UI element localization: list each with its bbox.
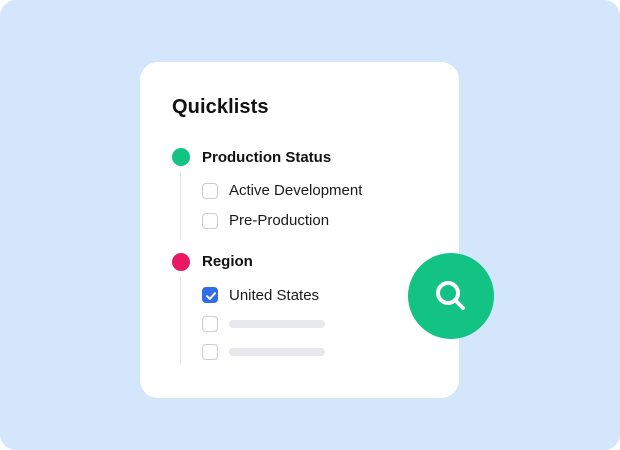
group-divider-line: [180, 277, 181, 365]
option-label-united-states[interactable]: United States: [229, 287, 319, 304]
search-button[interactable]: [408, 253, 494, 339]
option-label-active-development[interactable]: Active Development: [229, 182, 362, 199]
checkbox-placeholder[interactable]: [202, 344, 218, 360]
canvas-background: Quicklists Production Status Active Deve…: [0, 0, 620, 450]
group-label-region[interactable]: Region: [202, 253, 253, 270]
group-divider-line: [180, 172, 181, 240]
checkmark-icon: [206, 292, 216, 300]
quicklists-card: Quicklists Production Status Active Deve…: [140, 62, 459, 398]
skeleton-label: [229, 348, 325, 356]
checkbox-pre-production[interactable]: [202, 213, 218, 229]
option-label-pre-production[interactable]: Pre-Production: [229, 212, 329, 229]
status-dot-green: [172, 148, 190, 166]
group-label-production-status[interactable]: Production Status: [202, 149, 331, 166]
skeleton-label: [229, 320, 325, 328]
status-dot-pink: [172, 253, 190, 271]
checkbox-placeholder[interactable]: [202, 316, 218, 332]
card-title: Quicklists: [172, 96, 269, 118]
search-icon: [436, 281, 465, 310]
checkbox-united-states[interactable]: [202, 287, 218, 303]
checkbox-active-development[interactable]: [202, 183, 218, 199]
